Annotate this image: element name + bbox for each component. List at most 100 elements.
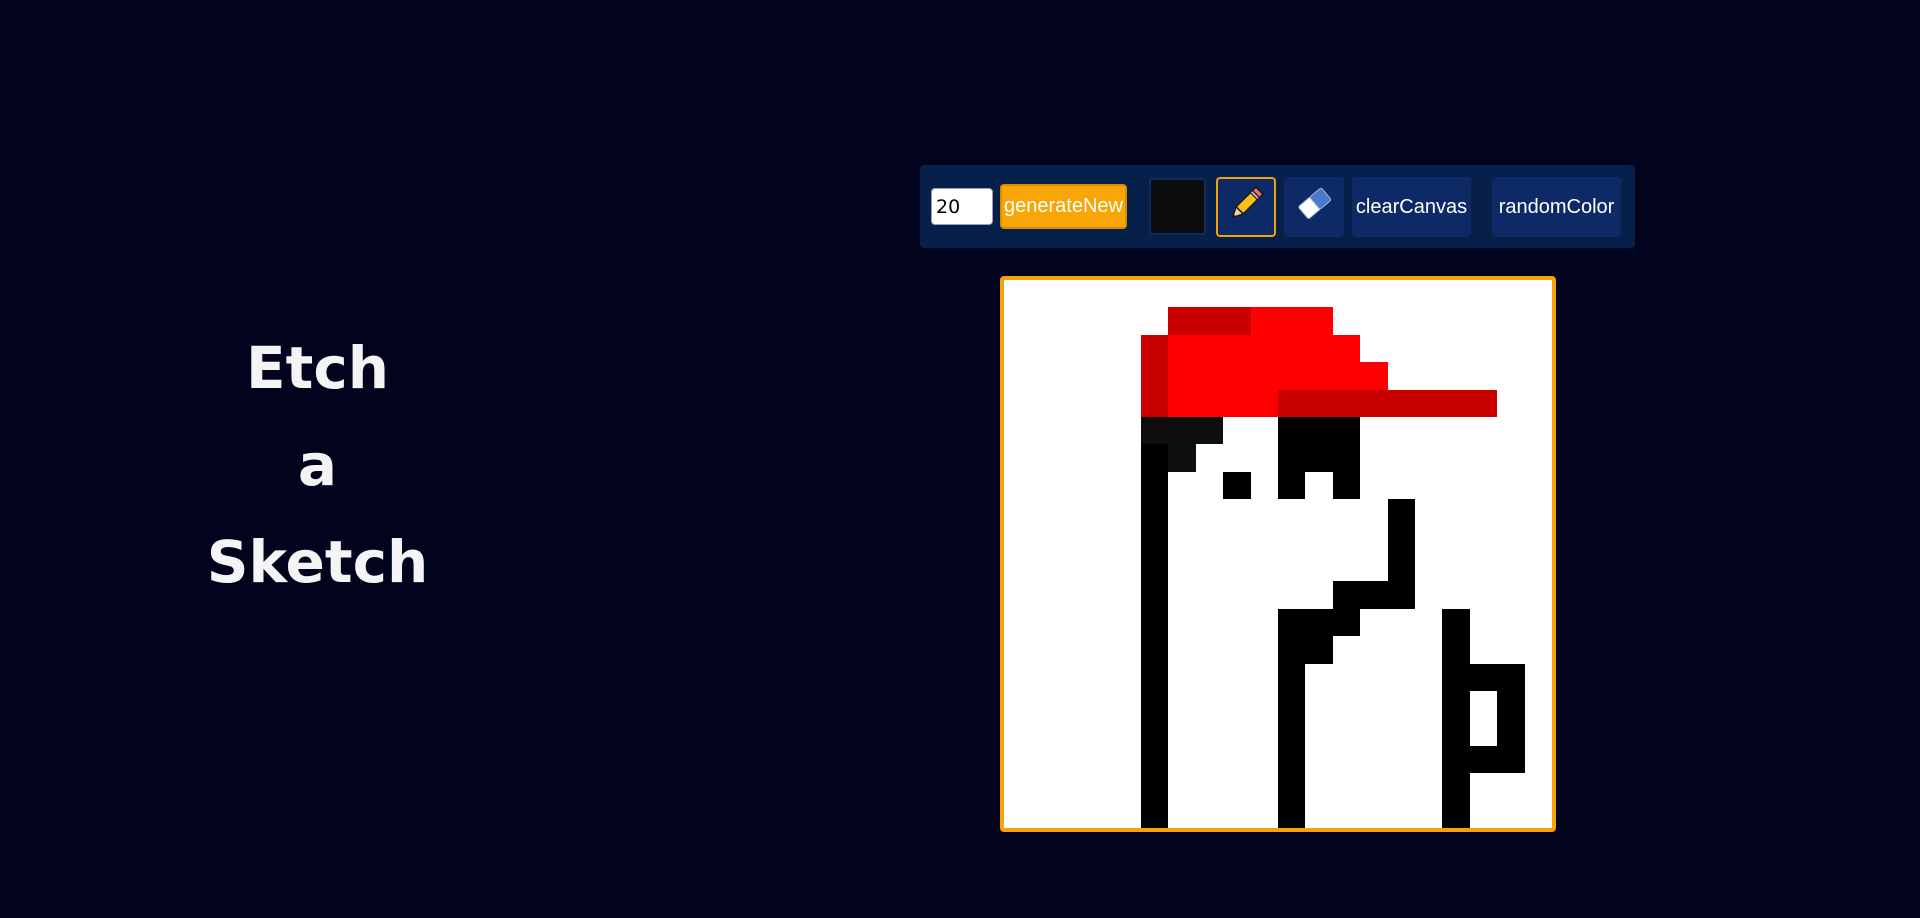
canvas-cell[interactable]: [1113, 526, 1141, 554]
canvas-cell[interactable]: [1113, 389, 1141, 417]
canvas-cell[interactable]: [1113, 334, 1141, 363]
canvas-cell[interactable]: [1141, 444, 1169, 472]
canvas-cell[interactable]: [1360, 718, 1388, 746]
canvas-cell[interactable]: [1360, 444, 1388, 472]
canvas-cell[interactable]: [1278, 389, 1306, 417]
canvas-cell[interactable]: [1250, 499, 1278, 527]
canvas-cell[interactable]: [1415, 417, 1443, 445]
canvas-cell[interactable]: [1524, 362, 1552, 390]
canvas-cell[interactable]: [1442, 773, 1470, 801]
canvas-cell[interactable]: [1332, 362, 1361, 390]
canvas-cell[interactable]: [1168, 608, 1196, 637]
canvas-cell[interactable]: [1332, 389, 1361, 417]
canvas-cell[interactable]: [1305, 636, 1333, 664]
canvas-cell[interactable]: [1058, 444, 1087, 472]
clear-canvas-button[interactable]: clearCanvas: [1352, 177, 1471, 237]
canvas-cell[interactable]: [1524, 417, 1552, 445]
canvas-cell[interactable]: [1497, 417, 1525, 445]
canvas-cell[interactable]: [1442, 499, 1470, 527]
canvas-cell[interactable]: [1497, 800, 1525, 828]
canvas-cell[interactable]: [1442, 800, 1470, 828]
canvas-cell[interactable]: [1004, 745, 1032, 774]
canvas-cell[interactable]: [1141, 526, 1169, 554]
canvas-cell[interactable]: [1086, 280, 1114, 308]
canvas-cell[interactable]: [1168, 663, 1196, 691]
canvas-cell[interactable]: [1141, 307, 1169, 335]
canvas-cell[interactable]: [1058, 499, 1087, 527]
canvas-cell[interactable]: [1141, 663, 1169, 691]
canvas-cell[interactable]: [1415, 444, 1443, 472]
canvas-cell[interactable]: [1058, 389, 1087, 417]
canvas-cell[interactable]: [1278, 362, 1306, 390]
canvas-cell[interactable]: [1442, 307, 1470, 335]
canvas-cell[interactable]: [1168, 554, 1196, 582]
canvas-cell[interactable]: [1469, 773, 1498, 801]
canvas-cell[interactable]: [1141, 691, 1169, 719]
canvas-cell[interactable]: [1278, 471, 1306, 500]
canvas-cell[interactable]: [1360, 663, 1388, 691]
canvas-cell[interactable]: [1004, 499, 1032, 527]
canvas-cell[interactable]: [1360, 362, 1388, 390]
canvas-cell[interactable]: [1086, 362, 1114, 390]
canvas-cell[interactable]: [1387, 280, 1415, 308]
canvas-cell[interactable]: [1058, 417, 1087, 445]
canvas-cell[interactable]: [1004, 663, 1032, 691]
canvas-cell[interactable]: [1195, 389, 1224, 417]
canvas-cell[interactable]: [1415, 554, 1443, 582]
canvas-cell[interactable]: [1195, 745, 1224, 774]
canvas-cell[interactable]: [1332, 636, 1361, 664]
canvas-cell[interactable]: [1223, 608, 1251, 637]
canvas-cell[interactable]: [1004, 636, 1032, 664]
canvas-cell[interactable]: [1415, 307, 1443, 335]
canvas-cell[interactable]: [1332, 691, 1361, 719]
canvas-cell[interactable]: [1223, 389, 1251, 417]
canvas-cell[interactable]: [1360, 691, 1388, 719]
canvas-cell[interactable]: [1223, 554, 1251, 582]
canvas-cell[interactable]: [1278, 636, 1306, 664]
canvas-cell[interactable]: [1415, 362, 1443, 390]
canvas-cell[interactable]: [1058, 334, 1087, 363]
canvas-cell[interactable]: [1086, 554, 1114, 582]
canvas-cell[interactable]: [1086, 718, 1114, 746]
canvas-cell[interactable]: [1442, 745, 1470, 774]
canvas-cell[interactable]: [1168, 417, 1196, 445]
canvas-cell[interactable]: [1086, 581, 1114, 609]
canvas-cell[interactable]: [1360, 499, 1388, 527]
canvas-cell[interactable]: [1305, 691, 1333, 719]
canvas-cell[interactable]: [1058, 773, 1087, 801]
canvas-cell[interactable]: [1004, 608, 1032, 637]
canvas-cell[interactable]: [1442, 471, 1470, 500]
canvas-cell[interactable]: [1524, 499, 1552, 527]
canvas-cell[interactable]: [1360, 280, 1388, 308]
canvas-cell[interactable]: [1524, 280, 1552, 308]
canvas-cell[interactable]: [1360, 773, 1388, 801]
canvas-cell[interactable]: [1442, 362, 1470, 390]
canvas-cell[interactable]: [1141, 800, 1169, 828]
canvas-cell[interactable]: [1195, 581, 1224, 609]
canvas-cell[interactable]: [1223, 471, 1251, 500]
canvas-cell[interactable]: [1305, 417, 1333, 445]
canvas-cell[interactable]: [1141, 389, 1169, 417]
canvas-cell[interactable]: [1305, 581, 1333, 609]
canvas-cell[interactable]: [1332, 417, 1361, 445]
canvas-cell[interactable]: [1058, 608, 1087, 637]
canvas-cell[interactable]: [1497, 334, 1525, 363]
canvas-cell[interactable]: [1004, 389, 1032, 417]
canvas-cell[interactable]: [1469, 444, 1498, 472]
canvas-cell[interactable]: [1524, 691, 1552, 719]
canvas-cell[interactable]: [1031, 691, 1059, 719]
canvas-cell[interactable]: [1223, 280, 1251, 308]
canvas-cell[interactable]: [1250, 663, 1278, 691]
canvas-cell[interactable]: [1497, 499, 1525, 527]
canvas-cell[interactable]: [1415, 608, 1443, 637]
canvas-cell[interactable]: [1332, 307, 1361, 335]
canvas-cell[interactable]: [1195, 773, 1224, 801]
canvas-cell[interactable]: [1387, 499, 1415, 527]
canvas-cell[interactable]: [1442, 389, 1470, 417]
canvas-cell[interactable]: [1497, 663, 1525, 691]
canvas-cell[interactable]: [1168, 307, 1196, 335]
canvas-cell[interactable]: [1497, 608, 1525, 637]
canvas-cell[interactable]: [1250, 362, 1278, 390]
canvas-cell[interactable]: [1113, 800, 1141, 828]
canvas-cell[interactable]: [1141, 636, 1169, 664]
